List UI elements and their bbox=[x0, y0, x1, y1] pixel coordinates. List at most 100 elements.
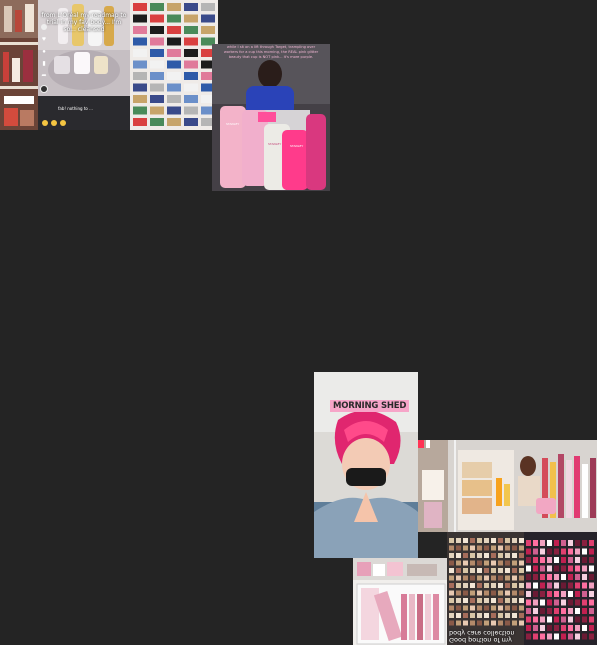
emoji-icon[interactable] bbox=[42, 120, 48, 126]
polish-item bbox=[582, 557, 587, 563]
polish-item bbox=[554, 633, 559, 640]
polish-item bbox=[526, 599, 531, 606]
polish-bottle bbox=[491, 620, 496, 626]
polish-item bbox=[547, 548, 552, 555]
bookmark-icon[interactable]: ▮ bbox=[42, 61, 45, 67]
shoe-box bbox=[133, 60, 147, 69]
polish-item bbox=[561, 633, 566, 640]
collage-canvas: { "canvas": { "background": "#242424" },… bbox=[0, 0, 597, 645]
polish-item bbox=[589, 608, 594, 614]
polish-bottle bbox=[484, 575, 489, 581]
tiktok-footer: fab! nothing to ... bbox=[58, 106, 93, 111]
emoji-icon[interactable] bbox=[51, 120, 57, 126]
shoe-box bbox=[150, 14, 164, 23]
polish-bottle bbox=[449, 590, 454, 596]
shoe-box bbox=[184, 3, 198, 11]
polish-item bbox=[554, 625, 559, 631]
music-disc-icon[interactable] bbox=[40, 85, 48, 93]
polish-wall-image bbox=[524, 532, 597, 645]
polish-item bbox=[568, 540, 573, 546]
polish-bottle bbox=[463, 545, 468, 551]
polish-bottle bbox=[456, 568, 461, 573]
makeup-drawer-tile[interactable] bbox=[353, 558, 449, 645]
polish-bottle bbox=[512, 575, 517, 581]
polish-item bbox=[526, 616, 531, 623]
polish-bottle bbox=[456, 560, 461, 566]
polish-item bbox=[547, 616, 552, 623]
polish-item bbox=[540, 625, 545, 631]
nail-polish-tile[interactable]: Good portion of my body care collection bbox=[447, 532, 525, 645]
polish-bottle bbox=[456, 583, 461, 588]
shoe-box bbox=[150, 3, 164, 11]
polish-wall-tile[interactable] bbox=[524, 532, 597, 645]
cup-brand-label-2: STANLEY bbox=[268, 142, 282, 146]
polish-item bbox=[575, 548, 580, 555]
polish-bottle bbox=[505, 605, 510, 611]
polish-item bbox=[554, 582, 559, 589]
polish-item bbox=[526, 548, 531, 555]
polish-bottle bbox=[491, 590, 496, 596]
shoe-box bbox=[167, 118, 181, 126]
shoe-wall-tile[interactable] bbox=[130, 0, 218, 130]
polish-item bbox=[526, 540, 531, 546]
shoe-box bbox=[150, 118, 164, 126]
polish-bottle bbox=[449, 575, 454, 581]
tiktok-post-tile[interactable]: from L'Oréal my roadmap to trial in my f… bbox=[38, 0, 130, 130]
skincare-shelf-tile[interactable] bbox=[0, 0, 38, 130]
polish-item bbox=[554, 574, 559, 580]
polish-bottle bbox=[477, 605, 482, 611]
polish-bottle bbox=[477, 590, 482, 596]
polish-item bbox=[540, 591, 545, 597]
polish-item bbox=[526, 591, 531, 597]
stanley-cups-tile[interactable]: while I sit on a lift through Target, tr… bbox=[212, 44, 330, 191]
polish-bottle bbox=[456, 613, 461, 618]
polish-item bbox=[582, 548, 587, 555]
polish-item bbox=[561, 591, 566, 597]
polish-item bbox=[568, 599, 573, 606]
polish-bottle bbox=[477, 560, 482, 566]
polish-bottle bbox=[449, 598, 454, 603]
shoe-box bbox=[184, 26, 198, 34]
polish-bottle bbox=[470, 538, 475, 543]
polish-bottle bbox=[463, 620, 468, 626]
bodycare-shelf-tile[interactable] bbox=[418, 440, 597, 532]
polish-item bbox=[533, 574, 538, 580]
polish-item bbox=[582, 582, 587, 589]
polish-bottle bbox=[491, 553, 496, 558]
polish-item bbox=[547, 625, 552, 631]
polish-bottle bbox=[456, 545, 461, 551]
polish-item bbox=[561, 557, 566, 563]
avatar-icon[interactable] bbox=[41, 24, 47, 30]
heart-icon[interactable]: ♥ bbox=[42, 36, 46, 43]
share-icon[interactable]: ➦ bbox=[41, 73, 46, 79]
polish-bottle bbox=[491, 560, 496, 566]
polish-bottle bbox=[498, 568, 503, 573]
polish-bottle bbox=[456, 553, 461, 558]
polish-item bbox=[526, 582, 531, 589]
polish-bottle bbox=[477, 545, 482, 551]
polish-item bbox=[547, 565, 552, 572]
emoji-icon[interactable] bbox=[60, 120, 66, 126]
polish-bottle bbox=[470, 590, 475, 596]
shoe-box bbox=[150, 49, 164, 57]
polish-item bbox=[540, 582, 545, 589]
polish-item bbox=[568, 591, 573, 597]
polish-bottle bbox=[484, 538, 489, 543]
polish-item bbox=[561, 574, 566, 580]
polish-item bbox=[589, 616, 594, 623]
polish-item bbox=[540, 599, 545, 606]
polish-item bbox=[575, 591, 580, 597]
polish-bottle bbox=[477, 583, 482, 588]
polish-item bbox=[561, 599, 566, 606]
polish-item bbox=[575, 540, 580, 546]
polish-bottle bbox=[477, 568, 482, 573]
comment-icon[interactable]: ● bbox=[42, 49, 46, 55]
polish-item bbox=[568, 616, 573, 623]
cup-brand-label-3: STANLEY bbox=[290, 144, 304, 148]
polish-bottle bbox=[498, 560, 503, 566]
polish-bottle bbox=[470, 598, 475, 603]
morning-shed-tile[interactable]: MORNING SHED bbox=[314, 372, 418, 558]
polish-item bbox=[561, 616, 566, 623]
polish-item bbox=[568, 582, 573, 589]
shoe-box bbox=[133, 72, 147, 80]
